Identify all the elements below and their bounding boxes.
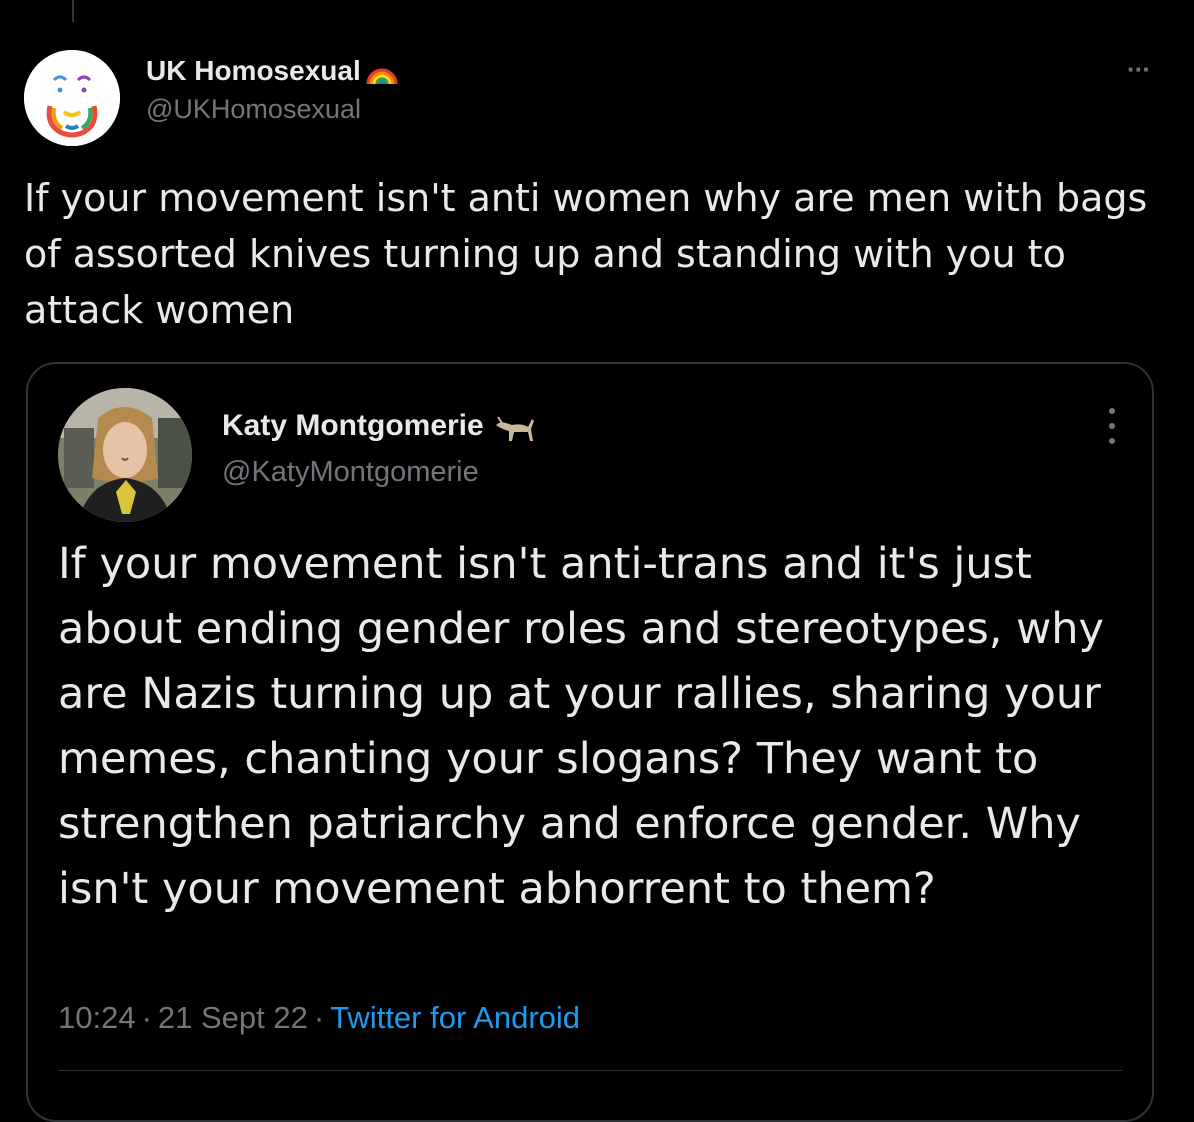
quoted-author-display-name[interactable]: Katy Montgomerie	[222, 408, 536, 444]
tweet-source-link[interactable]: Twitter for Android	[330, 1000, 580, 1035]
dot-icon	[1109, 408, 1115, 414]
author-display-name-text: UK Homosexual	[146, 55, 361, 86]
quoted-tweet-metadata: 10:24 · 21 Sept 22 · Twitter for Android	[58, 1000, 580, 1036]
quoted-author-handle[interactable]: @KatyMontgomerie	[222, 456, 536, 489]
author-display-name[interactable]: UK Homosexual	[146, 54, 399, 88]
tweet-time[interactable]: 10:24	[58, 1000, 136, 1035]
meta-separator: ·	[313, 1000, 325, 1035]
author-names: UK Homosexual @UKHomosexual	[146, 54, 399, 125]
author-handle[interactable]: @UKHomosexual	[146, 94, 399, 125]
quoted-author-avatar[interactable]	[58, 388, 192, 522]
tweet-text: If your movement isn't anti women why ar…	[24, 176, 1148, 332]
tweet-header: UK Homosexual @UKHomosexual ···	[24, 40, 1170, 146]
quoted-author-names: Katy Montgomerie @KatyMontgomerie	[222, 408, 536, 489]
tweet-date[interactable]: 21 Sept 22	[158, 1000, 308, 1035]
thread-connector-line	[72, 0, 74, 22]
goat-icon	[495, 416, 534, 441]
quoted-more-options-button[interactable]	[1108, 408, 1116, 444]
meta-separator: ·	[141, 1000, 152, 1035]
quoted-author-display-name-text: Katy Montgomerie	[222, 409, 484, 442]
quoted-tweet-card[interactable]: Katy Montgomerie @KatyMontgomerie If you…	[26, 362, 1154, 1122]
dot-icon	[1109, 423, 1115, 429]
rainbow-icon	[366, 68, 398, 85]
divider	[58, 1070, 1122, 1071]
avatar[interactable]	[24, 50, 120, 146]
quoted-tweet-text: If your movement isn't anti-trans and it…	[58, 539, 1104, 914]
rainbow-face-logo-icon	[24, 50, 120, 146]
profile-photo-icon	[58, 388, 192, 522]
more-options-button[interactable]: ···	[1127, 54, 1151, 85]
dot-icon	[1109, 438, 1115, 444]
